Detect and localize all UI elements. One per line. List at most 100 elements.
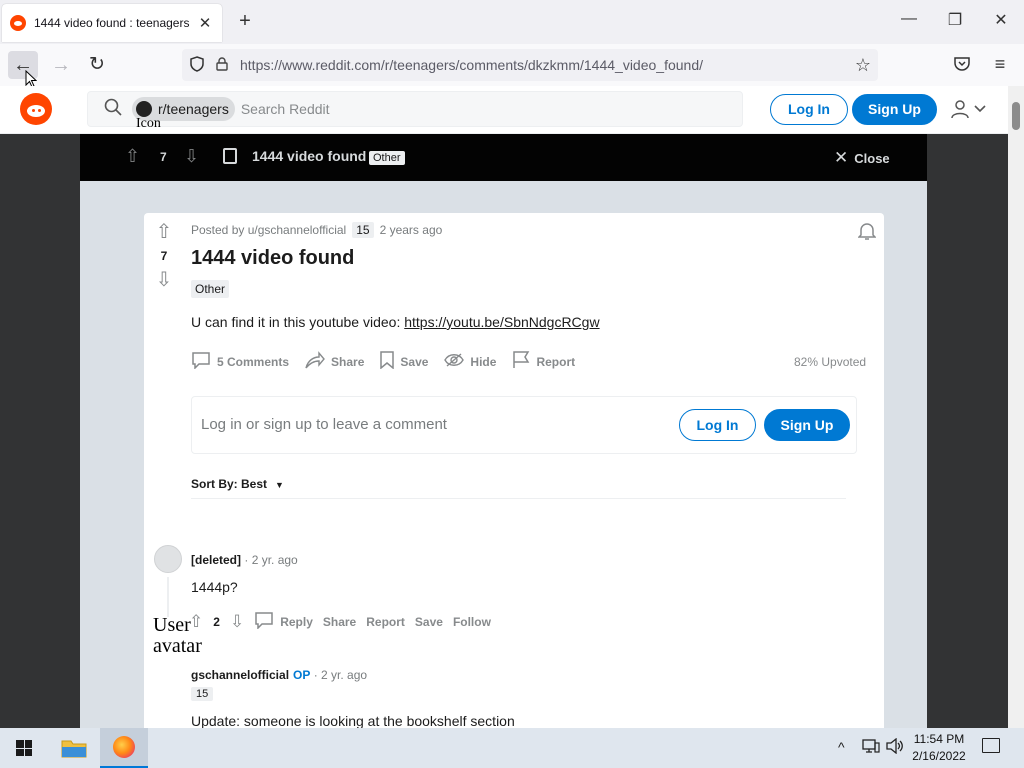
- comment-author-line: [deleted] · 2 yr. ago: [191, 553, 298, 567]
- post-body-text: U can find it in this youtube video:: [191, 314, 405, 330]
- browser-tab-strip: 1444 video found : teenagers ✕ + — ❐ ✕: [0, 0, 1024, 44]
- browser-tab[interactable]: 1444 video found : teenagers ✕: [2, 4, 222, 42]
- post-overlay-bar: ⇧ 7 ⇩ 1444 video found Other ✕ Close: [80, 134, 927, 181]
- clock-date: 2/16/2022: [912, 749, 966, 763]
- taskbar-clock[interactable]: 11:54 PM 2/16/2022: [910, 731, 968, 765]
- taskbar-firefox-button[interactable]: [100, 728, 148, 768]
- subreddit-icon-alt-text: Icon: [136, 116, 161, 131]
- comment-signup-button[interactable]: Sign Up: [764, 409, 850, 441]
- windows-logo-icon: [16, 740, 32, 756]
- downvote-icon[interactable]: ⇩: [184, 146, 199, 167]
- clock-time: 11:54 PM: [913, 732, 965, 746]
- reply-button[interactable]: Reply: [254, 610, 313, 634]
- bell-icon[interactable]: [857, 221, 877, 246]
- comment-author[interactable]: gschannelofficial: [191, 668, 289, 682]
- comment-follow-button[interactable]: Follow: [453, 615, 491, 629]
- thread-line[interactable]: [167, 577, 169, 617]
- header-signup-button[interactable]: Sign Up: [852, 94, 937, 125]
- comment-login-prompt: Log in or sign up to leave a comment: [201, 416, 447, 433]
- new-tab-button[interactable]: +: [234, 10, 256, 33]
- comment-icon: [191, 351, 211, 374]
- vote-column: ⇧ 7 ⇩: [152, 221, 176, 291]
- comment-icon: [254, 611, 274, 634]
- comment-share-button[interactable]: Share: [323, 615, 356, 629]
- upvote-icon[interactable]: ⇧: [189, 612, 203, 632]
- reply-label: Reply: [280, 615, 313, 629]
- comment-author[interactable]: [deleted]: [191, 553, 241, 567]
- post-bar-flair: Other: [369, 151, 405, 165]
- windows-taskbar: ^ 11:54 PM 2/16/2022: [0, 728, 1024, 768]
- hide-icon: [444, 352, 465, 372]
- lock-icon[interactable]: [214, 56, 230, 74]
- network-icon[interactable]: [862, 739, 880, 756]
- post-bar-title: 1444 video found: [252, 148, 367, 164]
- comment-save-button[interactable]: Save: [415, 615, 443, 629]
- window-restore-button[interactable]: ❐: [943, 10, 967, 30]
- windows-start-button[interactable]: [0, 728, 48, 768]
- comment-body: Update: someone is looking at the booksh…: [191, 713, 515, 728]
- save-button[interactable]: Save: [380, 350, 428, 374]
- share-label: Share: [331, 355, 365, 369]
- window-minimize-button[interactable]: —: [897, 10, 921, 28]
- header-login-button[interactable]: Log In: [770, 94, 848, 125]
- hamburger-menu-icon[interactable]: ≡: [990, 54, 1010, 75]
- avatar[interactable]: [154, 545, 182, 573]
- sort-label: Sort By: Best: [191, 477, 268, 491]
- tray-chevron-up-icon[interactable]: ^: [838, 739, 845, 755]
- save-icon: [380, 350, 395, 374]
- close-button[interactable]: ✕ Close: [834, 148, 890, 168]
- upvote-icon[interactable]: ⇧: [152, 221, 176, 243]
- scrollbar-thumb[interactable]: [1012, 102, 1020, 130]
- reload-icon[interactable]: ↻: [82, 51, 112, 79]
- downvote-icon[interactable]: ⇩: [230, 612, 244, 632]
- subreddit-chip-label: r/teenagers: [158, 101, 229, 117]
- file-explorer-icon[interactable]: [60, 736, 88, 760]
- search-input[interactable]: r/teenagers Icon Search Reddit: [87, 91, 743, 131]
- posted-by[interactable]: Posted by u/gschannelofficial: [191, 223, 346, 237]
- author-karma-badge: 15: [352, 222, 374, 238]
- post-body-link[interactable]: https://youtu.be/SbnNdgcRCgw: [404, 314, 599, 330]
- comment-age[interactable]: · 2 yr. ago: [244, 553, 297, 567]
- post-card: ⇧ 7 ⇩ Posted by u/gschannelofficial 15 2 y…: [144, 213, 884, 728]
- hide-button[interactable]: Hide: [444, 350, 496, 374]
- comment-age[interactable]: · 2 yr. ago: [314, 668, 367, 682]
- upvote-icon[interactable]: ⇧: [125, 146, 140, 167]
- report-icon: [512, 350, 530, 374]
- upvote-ratio: 82% Upvoted: [794, 355, 867, 369]
- window-close-button[interactable]: ✕: [989, 10, 1013, 30]
- chevron-down-icon: [974, 105, 986, 113]
- shield-icon[interactable]: [188, 55, 206, 75]
- subreddit-filter-chip[interactable]: r/teenagers Icon: [132, 97, 235, 131]
- notifications-icon[interactable]: [982, 738, 1000, 753]
- forward-arrow-icon[interactable]: →: [46, 51, 76, 79]
- volume-icon[interactable]: [886, 737, 904, 758]
- post-age[interactable]: 2 years ago: [380, 223, 443, 237]
- comments-label: 5 Comments: [217, 355, 290, 369]
- bookmark-star-icon[interactable]: ☆: [848, 55, 878, 76]
- report-button[interactable]: Report: [512, 350, 575, 374]
- reddit-logo-icon[interactable]: [20, 93, 52, 125]
- comments-button[interactable]: 5 Comments: [191, 350, 289, 374]
- share-icon: [305, 350, 325, 374]
- url-text[interactable]: https://www.reddit.com/r/teenagers/comme…: [240, 57, 848, 73]
- reddit-page: r/teenagers Icon Search Reddit Log In Si…: [0, 86, 1024, 728]
- close-icon: ✕: [834, 148, 849, 167]
- user-dropdown[interactable]: [946, 96, 990, 122]
- tab-close-icon[interactable]: ✕: [196, 14, 214, 32]
- pocket-icon[interactable]: [952, 56, 972, 75]
- address-bar[interactable]: https://www.reddit.com/r/teenagers/comme…: [182, 49, 878, 81]
- share-button[interactable]: Share: [305, 350, 364, 374]
- op-badge: OP: [293, 668, 311, 682]
- sort-dropdown[interactable]: Sort By: Best ▼: [191, 477, 284, 491]
- avatar-alt-text: User avatar: [153, 614, 202, 657]
- comment-report-button[interactable]: Report: [366, 615, 405, 629]
- save-label: Save: [400, 355, 429, 369]
- page-scrollbar[interactable]: [1008, 86, 1024, 728]
- comment-login-button[interactable]: Log In: [679, 409, 756, 441]
- post-bar-score: 7: [160, 150, 167, 164]
- post-score: 7: [160, 249, 168, 263]
- comment-author-line: gschannelofficial OP · 2 yr. ago: [191, 668, 367, 682]
- reddit-favicon-icon: [10, 15, 26, 31]
- downvote-icon[interactable]: ⇩: [152, 269, 176, 291]
- post-flair[interactable]: Other: [191, 280, 230, 298]
